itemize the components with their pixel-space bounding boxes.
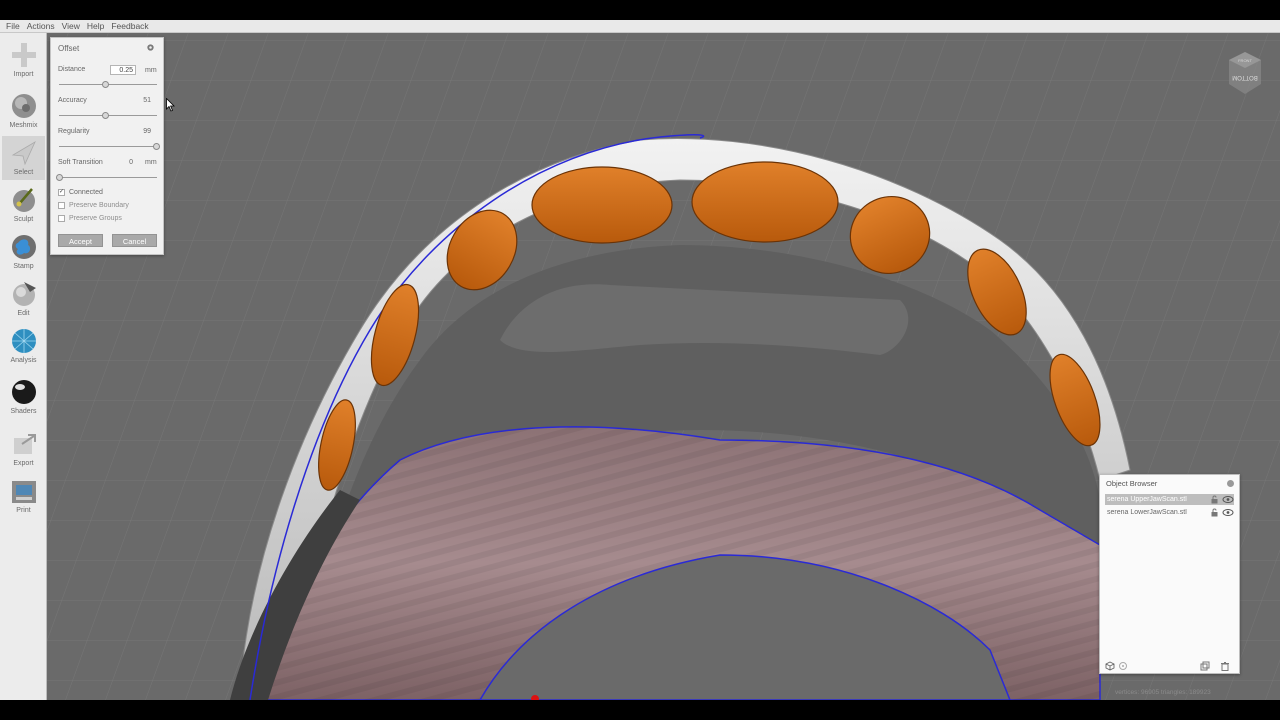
object-name: serena LowerJawScan.stl bbox=[1107, 509, 1187, 516]
analysis-tool[interactable]: Analysis bbox=[2, 324, 45, 368]
menu-help[interactable]: Help bbox=[85, 21, 109, 31]
sculpt-tool[interactable]: Sculpt bbox=[2, 183, 45, 227]
tool-label-shaders: Shaders bbox=[10, 408, 37, 415]
checkbox-box[interactable] bbox=[58, 202, 65, 209]
duplicate-icon[interactable] bbox=[1200, 661, 1210, 671]
menu-bar: File Actions View Help Feedback bbox=[0, 20, 1280, 33]
export-arrow-icon bbox=[13, 434, 36, 454]
tool-label-export: Export bbox=[13, 460, 34, 467]
3d-viewport[interactable] bbox=[47, 33, 1280, 700]
preserve-boundary-checkbox[interactable]: Preserve Boundary bbox=[58, 202, 129, 209]
distance-slider[interactable] bbox=[59, 81, 157, 89]
viewcube-bottom-label: BOTTOM bbox=[1232, 74, 1258, 80]
print-tool[interactable]: Print bbox=[2, 474, 45, 518]
mesh-stats: vertices: 96905 triangles: 189923 bbox=[1115, 689, 1211, 696]
left-toolbar: Import Meshmix Select Sculpt Stamp Edit bbox=[0, 33, 47, 700]
offset-panel: Offset Distance mm Accuracy 51 Regularit… bbox=[50, 37, 164, 255]
tool-label-meshmix: Meshmix bbox=[9, 122, 38, 129]
tool-label-select: Select bbox=[13, 169, 34, 176]
analysis-mesh-icon bbox=[11, 329, 36, 353]
top-black-bar bbox=[0, 0, 1280, 20]
gear-icon[interactable] bbox=[146, 43, 155, 52]
shader-ball-icon bbox=[11, 380, 36, 404]
object-browser-title: Object Browser bbox=[1106, 479, 1158, 488]
soft-transition-label: Soft Transition bbox=[58, 159, 103, 166]
edit-tool[interactable]: Edit bbox=[2, 277, 45, 321]
menu-feedback[interactable]: Feedback bbox=[109, 21, 153, 31]
stamp-tool[interactable]: Stamp bbox=[2, 230, 45, 274]
regularity-value: 99 bbox=[143, 128, 151, 135]
slider-thumb[interactable] bbox=[102, 112, 110, 119]
cube-icon[interactable] bbox=[1105, 661, 1115, 671]
tool-label-import: Import bbox=[13, 71, 34, 78]
object-row[interactable]: serena LowerJawScan.stl bbox=[1105, 507, 1234, 518]
meshmix-tool[interactable]: Meshmix bbox=[2, 89, 45, 133]
distance-label: Distance bbox=[58, 66, 86, 73]
object-browser: Object Browser serena UpperJawScan.stl s… bbox=[1099, 474, 1240, 674]
cancel-button[interactable]: Cancel bbox=[112, 234, 157, 247]
object-name: serena UpperJawScan.stl bbox=[1107, 496, 1187, 503]
sculpt-brush-icon bbox=[12, 188, 35, 212]
slider-track bbox=[59, 146, 157, 147]
select-tool[interactable]: Select bbox=[2, 136, 45, 180]
view-cube[interactable]: FRONT BOTTOM bbox=[1225, 50, 1265, 96]
accept-button[interactable]: Accept bbox=[58, 234, 103, 247]
mouse-cursor-icon bbox=[166, 98, 175, 112]
object-row[interactable]: serena UpperJawScan.stl bbox=[1105, 494, 1234, 505]
accuracy-slider[interactable] bbox=[59, 112, 157, 120]
checkbox-label: Preserve Boundary bbox=[69, 202, 129, 209]
accuracy-value: 51 bbox=[143, 97, 151, 104]
checkbox-box[interactable] bbox=[58, 215, 65, 222]
panel-title: Offset bbox=[58, 44, 80, 53]
select-arrow-icon bbox=[11, 141, 36, 166]
settings-icon[interactable] bbox=[1118, 661, 1128, 671]
soft-transition-slider[interactable] bbox=[56, 174, 157, 182]
menu-file[interactable]: File bbox=[4, 21, 25, 31]
eye-icon[interactable] bbox=[1222, 495, 1234, 504]
regularity-slider[interactable] bbox=[59, 143, 161, 151]
tool-label-analysis: Analysis bbox=[10, 357, 37, 364]
tool-label-sculpt: Sculpt bbox=[13, 216, 34, 223]
export-tool[interactable]: Export bbox=[2, 427, 45, 471]
tool-label-edit: Edit bbox=[17, 310, 30, 317]
printer-icon bbox=[11, 481, 36, 503]
edit-sphere-icon bbox=[12, 282, 36, 306]
bottom-black-bar bbox=[0, 700, 1280, 720]
slider-track bbox=[59, 177, 157, 178]
menu-actions[interactable]: Actions bbox=[25, 21, 60, 31]
tool-label-print: Print bbox=[16, 507, 31, 514]
distance-input[interactable] bbox=[110, 65, 136, 75]
accuracy-label: Accuracy bbox=[58, 97, 87, 104]
jaw-scan-scene bbox=[47, 33, 1280, 700]
meshmix-sphere-icon bbox=[11, 94, 36, 118]
regularity-label: Regularity bbox=[58, 128, 90, 135]
lock-icon[interactable] bbox=[1210, 495, 1219, 504]
eye-icon[interactable] bbox=[1222, 508, 1234, 517]
checkbox-box[interactable]: ✓ bbox=[58, 189, 65, 196]
slider-thumb[interactable] bbox=[153, 143, 161, 150]
slider-thumb[interactable] bbox=[102, 81, 110, 88]
slider-thumb[interactable] bbox=[56, 174, 63, 181]
connected-checkbox[interactable]: ✓ Connected bbox=[58, 189, 103, 196]
trash-icon[interactable] bbox=[1220, 661, 1230, 671]
soft-transition-unit: mm bbox=[145, 159, 157, 166]
distance-unit: mm bbox=[145, 67, 157, 74]
checkbox-label: Preserve Groups bbox=[69, 215, 122, 222]
stamp-icon bbox=[11, 235, 36, 259]
shaders-tool[interactable]: Shaders bbox=[2, 375, 45, 419]
checkbox-label: Connected bbox=[69, 189, 103, 196]
close-icon[interactable] bbox=[1227, 480, 1234, 487]
import-tool[interactable]: Import bbox=[2, 38, 45, 82]
plus-icon bbox=[11, 43, 36, 67]
lock-icon[interactable] bbox=[1210, 508, 1219, 517]
viewcube-front-label: FRONT bbox=[1238, 58, 1252, 63]
preserve-groups-checkbox[interactable]: Preserve Groups bbox=[58, 215, 122, 222]
tool-label-stamp: Stamp bbox=[13, 263, 34, 270]
menu-view[interactable]: View bbox=[60, 21, 85, 31]
soft-transition-value: 0 bbox=[129, 159, 133, 166]
